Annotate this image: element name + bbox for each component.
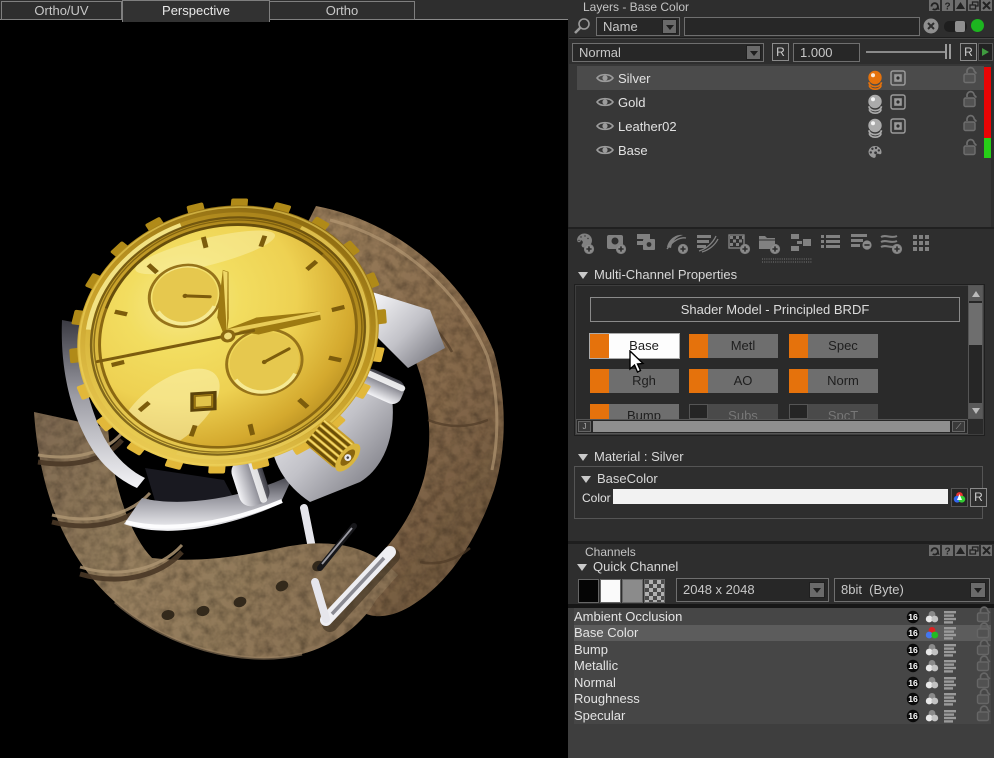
svg-text:?: ? xyxy=(944,2,950,13)
svg-text:?: ? xyxy=(944,547,950,558)
